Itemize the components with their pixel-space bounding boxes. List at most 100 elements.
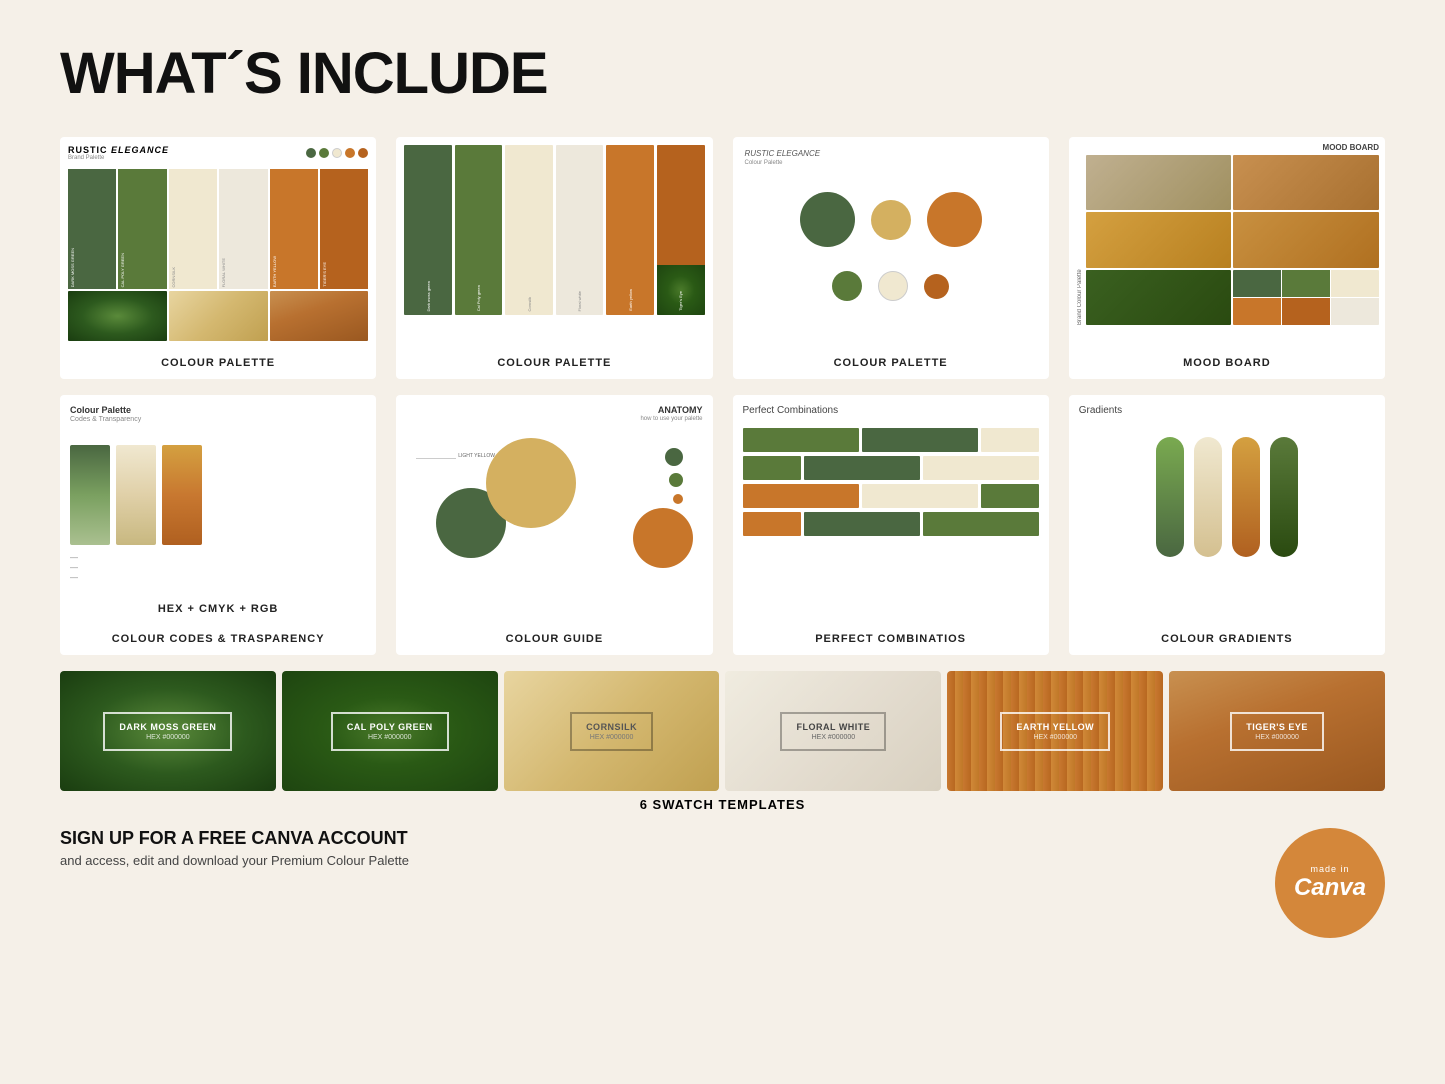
swatch-section-label: 6 SWATCH TEMPLATES bbox=[60, 797, 1385, 812]
pc-swatch2a bbox=[743, 456, 801, 480]
guide-subtitle: how to use your palette bbox=[406, 416, 702, 422]
circle-cream bbox=[878, 271, 908, 301]
footer-cta-title: SIGN UP FOR A FREE CANVA ACCOUNT bbox=[60, 828, 409, 849]
palette1-brand: RUSTIC ELEGANCE bbox=[68, 145, 169, 155]
card-guide: ANATOMY how to use your palette LIGHT YE… bbox=[396, 395, 712, 655]
mb-vert-label: Brand Colour Palette bbox=[1075, 155, 1083, 325]
mb-cell5 bbox=[1086, 270, 1232, 325]
cc-title: Colour Palette bbox=[70, 405, 366, 415]
card2-label: COLOUR PALETTE bbox=[396, 349, 712, 379]
mb-cell6 bbox=[1233, 270, 1379, 325]
pc-swatch1a bbox=[743, 428, 859, 452]
swatch-label-dark-moss: DARK MOSS GREEN bbox=[119, 722, 216, 732]
swatch-template-row: DARK MOSS GREEN HEX #000000 CAL POLY GRE… bbox=[60, 671, 1385, 791]
guide-circle-sm3 bbox=[673, 494, 683, 504]
section1-grid: RUSTIC ELEGANCE Brand Palette DARK MOSS … bbox=[60, 137, 1385, 379]
pal2-cal-poly: Cal Poly green bbox=[455, 145, 503, 315]
pal2-dark-moss: Dark moss green bbox=[404, 145, 452, 315]
swatch-dark-moss: DARK MOSS GREEN bbox=[68, 169, 116, 289]
cc-hex-label: HEX + CMYK + RGB bbox=[60, 599, 376, 625]
grad-bar-creams bbox=[116, 445, 156, 545]
swatch-template-floral: FLORAL WHITE HEX #000000 bbox=[725, 671, 941, 791]
swatch-template-cal-poly: CAL POLY GREEN HEX #000000 bbox=[282, 671, 498, 791]
dot1 bbox=[306, 148, 316, 158]
swatch-cornsilk: CORNSILK bbox=[169, 169, 217, 289]
grad-pill4 bbox=[1270, 437, 1298, 557]
card8-label: COLOUR GRADIENTS bbox=[1069, 625, 1385, 655]
card1-label: COLOUR PALETTE bbox=[60, 349, 376, 379]
card-moodboard: MOOD BOARD Brand Colour Palette bbox=[1069, 137, 1385, 379]
swatch-label-tigers: TIGER'S EYE bbox=[1246, 722, 1308, 732]
guide-circle2 bbox=[486, 438, 576, 528]
swatch-label-floral: FLORAL WHITE bbox=[796, 722, 870, 732]
cc-subtitle: Codes & Transparency bbox=[70, 416, 366, 423]
moodboard-title: MOOD BOARD bbox=[1075, 143, 1379, 152]
card-perfect-comb: Perfect Combinations bbox=[733, 395, 1049, 655]
palette1-subtitle: Brand Palette bbox=[68, 155, 169, 161]
guide-circle-sm1 bbox=[665, 448, 683, 466]
pal3-brand: RUSTIC ELEGANCE bbox=[745, 149, 1037, 158]
pc-swatch3a bbox=[743, 484, 859, 508]
grad-pill3 bbox=[1232, 437, 1260, 557]
card-gradients: Gradients COLOUR GRADIENTS bbox=[1069, 395, 1385, 655]
guide-title: ANATOMY bbox=[406, 405, 702, 415]
page-title: WHAT´S INCLUDE bbox=[60, 40, 1385, 107]
swatch-hex-cornsilk: HEX #000000 bbox=[586, 734, 637, 741]
pal2-floral: Floral white bbox=[556, 145, 604, 315]
grad-bar-oranges bbox=[162, 445, 202, 545]
swatch-label-cornsilk: CORNSILK bbox=[586, 722, 637, 732]
swatch-earth: EARTH YELLOW bbox=[270, 169, 318, 289]
canva-badge: made in Canva bbox=[1275, 828, 1385, 938]
swatch-template-cornsilk: CORNSILK HEX #000000 bbox=[504, 671, 720, 791]
pc-swatch3b bbox=[862, 484, 978, 508]
swatch-templates-section: DARK MOSS GREEN HEX #000000 CAL POLY GRE… bbox=[60, 671, 1385, 812]
swatch-hex-tigers: HEX #000000 bbox=[1246, 734, 1308, 741]
grad-bar-greens bbox=[70, 445, 110, 545]
dot4 bbox=[345, 148, 355, 158]
guide-text1: LIGHT YELLOW bbox=[458, 453, 495, 459]
pal2-earth: Earth yellow bbox=[606, 145, 654, 315]
card7-label: PERFECT COMBINATIOS bbox=[733, 625, 1049, 655]
nature-img3 bbox=[270, 291, 369, 341]
pc-swatch3c bbox=[981, 484, 1039, 508]
grad-title: Gradients bbox=[1079, 405, 1375, 416]
dot2 bbox=[319, 148, 329, 158]
mb-cell3 bbox=[1086, 212, 1232, 267]
mb-cell4 bbox=[1233, 212, 1379, 267]
circle-tigers-sm bbox=[924, 274, 949, 299]
swatch-cal-poly: CAL POLY GREEN bbox=[118, 169, 166, 289]
card-palette1: RUSTIC ELEGANCE Brand Palette DARK MOSS … bbox=[60, 137, 376, 379]
swatch-label-earth: EARTH YELLOW bbox=[1016, 722, 1094, 732]
card-palette2: Dark moss green Cal Poly green Cornsilk … bbox=[396, 137, 712, 379]
footer: SIGN UP FOR A FREE CANVA ACCOUNT and acc… bbox=[60, 828, 1385, 938]
guide-circle3 bbox=[633, 508, 693, 568]
pc-swatch4b bbox=[804, 512, 920, 536]
circle-rust bbox=[927, 192, 982, 247]
pc-swatch4a bbox=[743, 512, 801, 536]
pc-swatch1b bbox=[862, 428, 978, 452]
badge-made-in: made in bbox=[1310, 864, 1349, 874]
grad-pill2 bbox=[1194, 437, 1222, 557]
pc-swatch2c bbox=[923, 456, 1039, 480]
footer-cta-sub: and access, edit and download your Premi… bbox=[60, 853, 409, 868]
badge-canva: Canva bbox=[1294, 874, 1366, 902]
guide-line1 bbox=[416, 458, 456, 459]
swatch-template-tigers: TIGER'S EYE HEX #000000 bbox=[1169, 671, 1385, 791]
swatch-hex-cal-poly: HEX #000000 bbox=[347, 734, 433, 741]
swatch-hex-floral: HEX #000000 bbox=[796, 734, 870, 741]
nature-img1 bbox=[68, 291, 167, 341]
circle-mid-green bbox=[832, 271, 862, 301]
section2-grid: Colour Palette Codes & Transparency — — … bbox=[60, 395, 1385, 655]
pc-swatch1c bbox=[981, 428, 1039, 452]
pal2-tigers: Tiger's Eye bbox=[657, 145, 705, 315]
mb-cell1 bbox=[1086, 155, 1232, 210]
swatch-hex-earth: HEX #000000 bbox=[1016, 734, 1094, 741]
swatch-label-cal-poly: CAL POLY GREEN bbox=[347, 722, 433, 732]
circle-dark-green bbox=[800, 192, 855, 247]
card5-label: COLOUR CODES & TRASPARENCY bbox=[60, 625, 376, 655]
grad-pill1 bbox=[1156, 437, 1184, 557]
swatch-tigers: TIGER'S EYE bbox=[320, 169, 368, 289]
swatch-floral: FLORAL WHITE bbox=[219, 169, 267, 289]
pc-title: Perfect Combinations bbox=[743, 405, 1039, 416]
nature-img2 bbox=[169, 291, 268, 341]
